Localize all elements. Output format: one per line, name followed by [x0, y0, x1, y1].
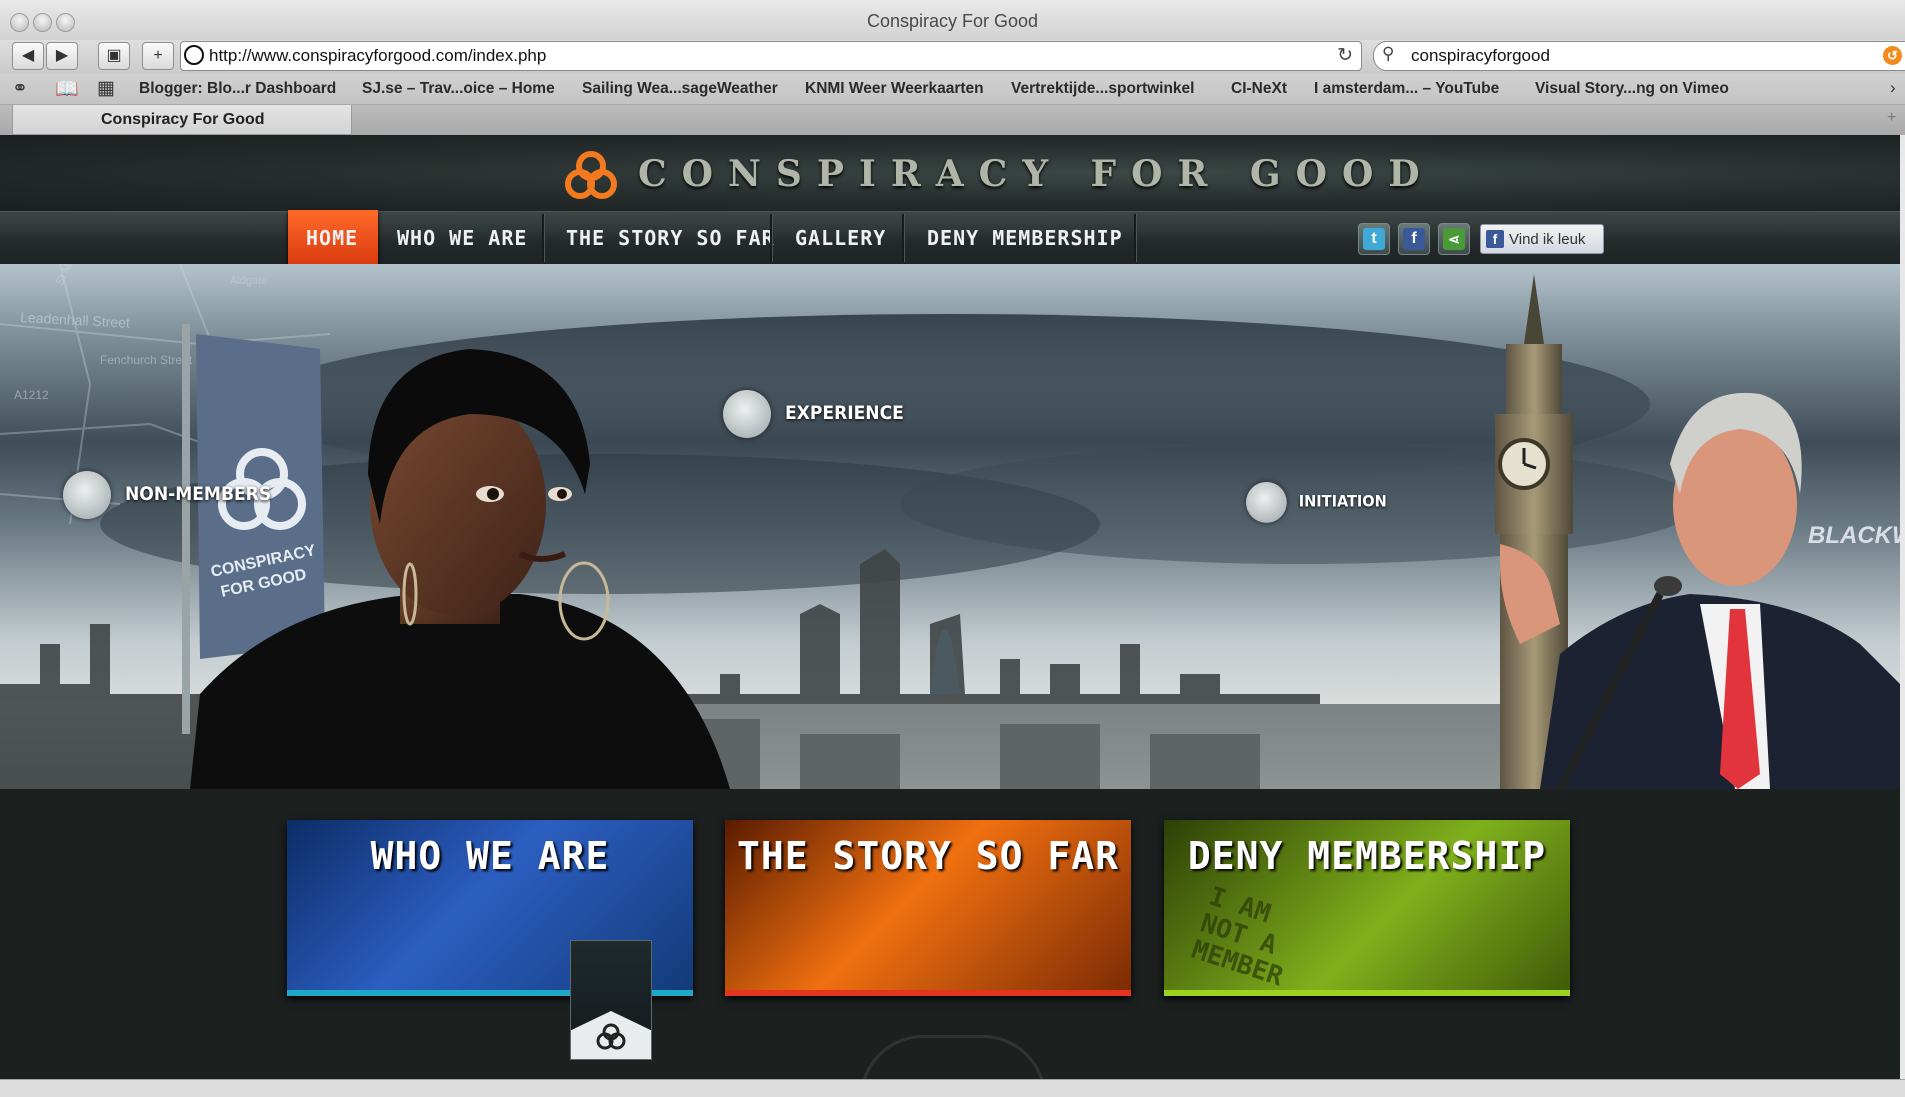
nav-divider: [542, 214, 545, 262]
forward-arrow-icon: ▶: [55, 47, 69, 64]
hotspot-label[interactable]: NON-MEMBERS: [125, 483, 271, 505]
bookmark-item[interactable]: Visual Story...ng on Vimeo: [1535, 80, 1729, 98]
panel-the-story-so-far[interactable]: THE STORY SO FAR: [725, 820, 1131, 996]
panel-accent-stripe: [725, 990, 1131, 996]
nav-who-we-are[interactable]: WHO WE ARE: [397, 226, 527, 250]
search-field[interactable]: ⚲ conspiracyforgood ↺: [1373, 41, 1905, 71]
hotspot-label[interactable]: INITIATION: [1299, 492, 1387, 511]
street-label: A1212: [14, 388, 49, 402]
browser-window: Conspiracy For Good ◀ ▶ ▣ + http://www.c…: [0, 0, 1905, 1097]
flag-pole: [182, 324, 190, 734]
street-label: St Mary: [54, 264, 81, 287]
browser-toolbar: ◀ ▶ ▣ + http://www.conspiracyforgood.com…: [0, 40, 1905, 74]
new-tab-icon[interactable]: +: [1887, 109, 1899, 127]
main-nav: HOME WHO WE ARE THE STORY SO FAR GALLERY…: [0, 210, 1900, 280]
share-icon: ⋖: [1443, 228, 1465, 250]
not-a-member-stamp: I AM NOT A MEMBER: [1188, 882, 1303, 993]
tab-bar: Conspiracy For Good +: [0, 105, 1905, 135]
facebook-icon: f: [1403, 228, 1425, 250]
site-favicon-icon: [184, 45, 204, 65]
trefoil-hotspot-icon[interactable]: [1246, 482, 1287, 523]
address-bar[interactable]: http://www.conspiracyforgood.com/index.p…: [180, 41, 1362, 71]
street-label: Aldgate: [230, 275, 267, 287]
add-bookmark-button[interactable]: +: [142, 42, 174, 70]
status-bar: [0, 1079, 1905, 1097]
backdrop-sign-text: BLACKW: [1808, 522, 1900, 549]
back-arrow-icon: ◀: [21, 47, 35, 64]
membership-badge: [570, 940, 652, 1060]
plus-icon: +: [153, 47, 163, 64]
web-page: CONSPIRACY FOR GOOD HOME WHO WE ARE THE …: [0, 135, 1905, 1079]
nav-home-label[interactable]: HOME: [306, 226, 358, 250]
nav-divider: [1134, 214, 1137, 262]
bookmark-item[interactable]: KNMI Weer Weerkaarten: [805, 80, 984, 98]
hero-artwork: Leadenhall Street Fenchurch Street St Ma…: [0, 264, 1900, 789]
nav-the-story-so-far[interactable]: THE STORY SO FAR: [566, 226, 775, 250]
panel-accent-stripe: [1164, 990, 1570, 996]
facebook-small-icon: f: [1486, 230, 1504, 248]
share-button[interactable]: ⋖: [1438, 223, 1470, 255]
trefoil-hotspot-icon[interactable]: [63, 471, 111, 519]
bookmark-item[interactable]: SJ.se – Trav...oice – Home: [362, 80, 555, 98]
panel-title[interactable]: WHO WE ARE: [287, 834, 693, 878]
snapback-search-icon[interactable]: ↺: [1883, 46, 1902, 65]
snapback-button[interactable]: ▣: [98, 42, 130, 70]
title-bar: Conspiracy For Good: [0, 0, 1905, 41]
bookmark-item[interactable]: Sailing Wea...sageWeather: [582, 80, 778, 98]
nav-deny-membership[interactable]: DENY MEMBERSHIP: [927, 226, 1123, 250]
top-sites-grid-icon[interactable]: ▦: [97, 77, 115, 100]
hotspot-label[interactable]: EXPERIENCE: [785, 402, 904, 424]
search-icon[interactable]: ⚲: [1382, 44, 1394, 64]
bookmark-item[interactable]: CI-NeXt: [1231, 80, 1287, 98]
hero-banner: Leadenhall Street Fenchurch Street St Ma…: [0, 264, 1900, 789]
panel-deny-membership[interactable]: DENY MEMBERSHIP I AM NOT A MEMBER: [1164, 820, 1570, 996]
site-header: CONSPIRACY FOR GOOD: [0, 135, 1900, 211]
twitter-button[interactable]: t: [1358, 223, 1390, 255]
nav-home-tab[interactable]: HOME: [288, 210, 378, 280]
snapback-icon: ▣: [106, 47, 122, 64]
page-scrollbar[interactable]: [1900, 135, 1905, 1079]
panel-title[interactable]: THE STORY SO FAR: [725, 834, 1131, 878]
bookmark-item[interactable]: Vertrektijde...sportwinkel: [1011, 80, 1194, 98]
nav-divider: [902, 214, 905, 262]
back-button[interactable]: ◀: [12, 42, 44, 70]
reading-glasses-icon[interactable]: ⚭: [12, 77, 28, 100]
search-query[interactable]: conspiracyforgood: [1411, 46, 1550, 66]
nav-divider: [770, 214, 773, 262]
panel-title[interactable]: DENY MEMBERSHIP: [1164, 834, 1570, 878]
like-label: Vind ik leuk: [1509, 231, 1586, 248]
trefoil-logo-icon[interactable]: [563, 149, 619, 201]
tab-title: Conspiracy For Good: [101, 111, 265, 128]
more-bookmarks-chevron-icon[interactable]: ›: [1890, 78, 1896, 98]
bookmark-item[interactable]: Blogger: Blo...r Dashboard: [139, 80, 336, 98]
site-logo-text[interactable]: CONSPIRACY FOR GOOD: [638, 153, 1435, 195]
tab-conspiracy-for-good[interactable]: Conspiracy For Good: [12, 105, 352, 135]
facebook-button[interactable]: f: [1398, 223, 1430, 255]
bookmarks-bar: ⚭ 📖 ▦ Blogger: Blo...r Dashboard SJ.se –…: [0, 74, 1905, 105]
bookmark-item[interactable]: I amsterdam... – YouTube: [1314, 80, 1499, 98]
nav-gallery[interactable]: GALLERY: [795, 226, 886, 250]
url-text[interactable]: http://www.conspiracyforgood.com/index.p…: [209, 46, 546, 66]
forward-button[interactable]: ▶: [46, 42, 78, 70]
reload-icon[interactable]: ↻: [1337, 44, 1353, 67]
street-label: Fenchurch Street: [100, 353, 193, 367]
open-book-icon[interactable]: 📖: [55, 77, 79, 101]
badge-trefoil-icon: [596, 1023, 626, 1050]
trefoil-hotspot-icon[interactable]: [723, 390, 771, 438]
twitter-icon: t: [1363, 228, 1385, 250]
window-title: Conspiracy For Good: [866, 11, 1039, 31]
facebook-like-button[interactable]: f Vind ik leuk: [1480, 224, 1604, 254]
decorative-arc: [860, 1035, 1046, 1079]
